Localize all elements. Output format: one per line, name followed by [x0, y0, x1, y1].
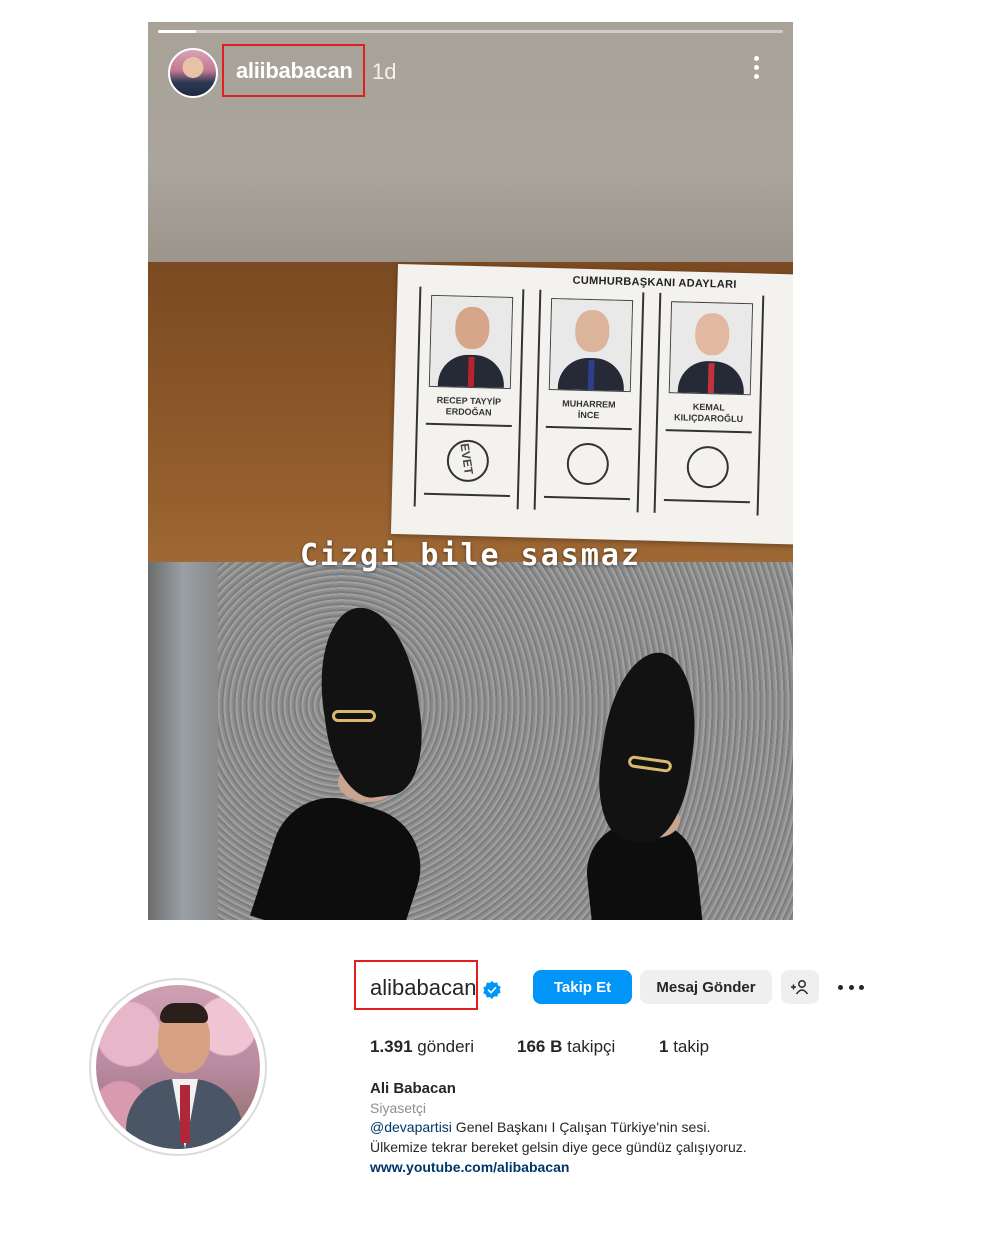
- posts-count[interactable]: 1.391 gönderi: [370, 1037, 474, 1057]
- following-value: 1: [659, 1037, 669, 1056]
- followers-value: 166 B: [517, 1037, 563, 1056]
- suggested-accounts-button[interactable]: [781, 970, 819, 1004]
- verified-badge-icon: [483, 981, 501, 999]
- candidate-name: RECEP TAYYİP ERDOĞAN: [436, 395, 502, 418]
- story-avatar[interactable]: [168, 48, 218, 98]
- profile-full-name: Ali Babacan: [370, 1080, 456, 1097]
- story-progress-bar: [158, 30, 783, 33]
- vote-circle: [566, 442, 610, 486]
- profile-website-link[interactable]: www.youtube.com/alibabacan: [370, 1159, 569, 1175]
- ballot-title: CUMHURBAŞKANI ADAYLARI: [572, 274, 737, 291]
- following-count[interactable]: 1 takip: [659, 1037, 709, 1057]
- follow-button[interactable]: Takip Et: [533, 970, 632, 1004]
- story-viewer[interactable]: aliibabacan 1d CUMHURBAŞKANI ADAYLARI RE…: [148, 22, 793, 920]
- posts-value: 1.391: [370, 1037, 413, 1056]
- followers-count[interactable]: 166 B takipçi: [517, 1037, 615, 1057]
- left-buckle: [332, 710, 376, 722]
- candidate-photo: [668, 301, 754, 396]
- story-progress-fill: [158, 30, 196, 33]
- add-user-icon: [791, 980, 809, 995]
- following-label: takip: [673, 1037, 710, 1056]
- ballot-paper: CUMHURBAŞKANI ADAYLARI RECEP TAYYİP ERDO…: [390, 264, 793, 545]
- message-button[interactable]: Mesaj Gönder: [640, 970, 772, 1004]
- story-floor-edge: [148, 562, 218, 920]
- ballot-candidate: MUHARREM İNCE: [533, 289, 645, 513]
- profile-username: alibabacan: [370, 975, 477, 1000]
- ballot-candidate: KEMAL KILIÇDAROĞLU: [653, 292, 765, 516]
- ballot-candidate: RECEP TAYYİP ERDOĞAN EVET: [413, 286, 525, 510]
- story-timestamp: 1d: [372, 59, 397, 84]
- bio-text: Genel Başkanı I Çalışan Türkiye'nin sesi…: [451, 1119, 711, 1135]
- profile-avatar[interactable]: [96, 985, 260, 1149]
- profile-bio-line: @devapartisi Genel Başkanı I Çalışan Tür…: [370, 1119, 710, 1135]
- profile-category: Siyasetçi: [370, 1100, 427, 1116]
- candidate-name: MUHARREM İNCE: [562, 398, 616, 421]
- candidate-name: KEMAL KILIÇDAROĞLU: [673, 401, 744, 425]
- followers-label: takipçi: [567, 1037, 616, 1056]
- story-username[interactable]: aliibabacan: [236, 58, 353, 84]
- candidate-photo: [428, 294, 514, 389]
- profile-bio-line: Ülkemize tekrar bereket gelsin diye gece…: [370, 1139, 747, 1155]
- more-vertical-icon[interactable]: [746, 56, 766, 84]
- candidate-photo: [548, 298, 634, 393]
- story-caption: Cizgi bile sasmaz: [299, 538, 642, 573]
- posts-label: gönderi: [417, 1037, 474, 1056]
- more-options-icon[interactable]: [838, 980, 864, 994]
- bio-mention-link[interactable]: @devapartisi: [370, 1119, 452, 1135]
- vote-circle: [686, 445, 730, 489]
